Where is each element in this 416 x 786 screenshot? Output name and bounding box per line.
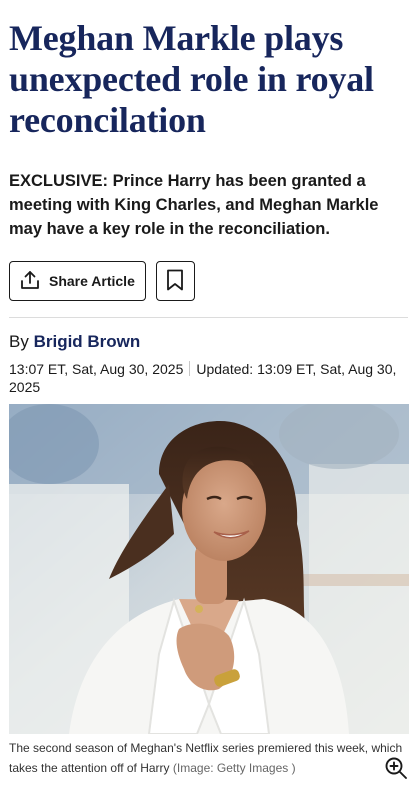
image-credit: (Image: Getty Images ) bbox=[172, 761, 296, 775]
byline-prefix: By bbox=[9, 332, 29, 351]
bookmark-icon bbox=[166, 269, 184, 294]
article-actions: Share Article bbox=[9, 261, 407, 301]
author-link[interactable]: Brigid Brown bbox=[34, 332, 141, 351]
zoom-in-icon[interactable] bbox=[384, 756, 408, 780]
image-caption: The second season of Meghan's Netflix se… bbox=[9, 738, 409, 778]
published-time: 13:07 ET, Sat, Aug 30, 2025 bbox=[9, 361, 184, 377]
byline-divider bbox=[9, 317, 408, 318]
timestamp-separator bbox=[189, 361, 191, 376]
article-standfirst: EXCLUSIVE: Prince Harry has been granted… bbox=[9, 172, 379, 238]
share-article-label: Share Article bbox=[49, 273, 135, 289]
share-article-button[interactable]: Share Article bbox=[9, 261, 146, 301]
bookmark-button[interactable] bbox=[155, 261, 195, 301]
upload-share-icon bbox=[19, 269, 41, 294]
article-headline: Meghan Markle plays unexpected role in r… bbox=[9, 18, 374, 140]
article-page: Meghan Markle plays unexpected role in r… bbox=[0, 0, 416, 786]
article-hero-image[interactable] bbox=[9, 404, 409, 734]
article-timestamps: 13:07 ET, Sat, Aug 30, 2025 Updated: 13:0… bbox=[9, 360, 399, 396]
byline: By Brigid Brown bbox=[9, 331, 407, 353]
